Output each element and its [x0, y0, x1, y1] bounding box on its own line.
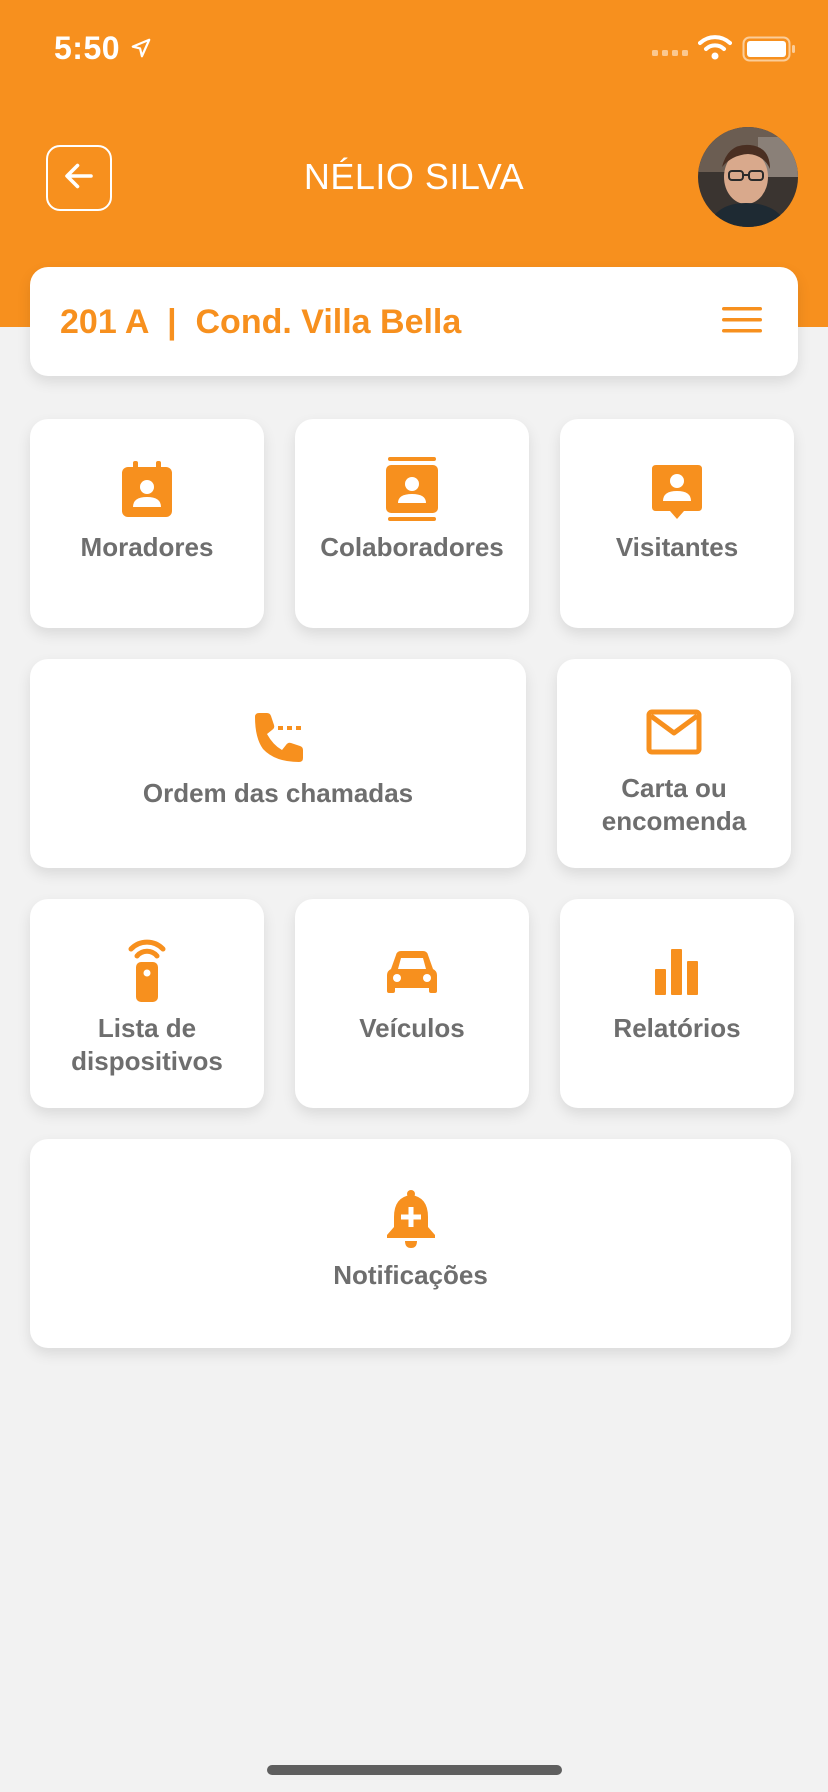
home-indicator[interactable]: [267, 1765, 562, 1775]
tile-label: Lista de dispositivos: [71, 1013, 223, 1076]
tile-label: Relatórios: [613, 1013, 741, 1043]
phone-in-talk-icon: [30, 711, 526, 765]
bar-chart-icon: [560, 947, 794, 995]
unit-label: 201 A | Cond. Villa Bella: [60, 303, 462, 341]
location-arrow-icon: [130, 37, 152, 64]
tile-colaboradores[interactable]: Colaboradores: [295, 419, 529, 628]
person-pin-icon: [560, 463, 794, 523]
status-time: 5:50: [54, 30, 121, 66]
cellular-signal-icon: [652, 44, 692, 63]
mail-icon: [557, 709, 791, 755]
tile-label: Ordem das chamadas: [142, 778, 414, 808]
car-icon: [295, 951, 529, 999]
remote-device-icon: [30, 937, 264, 1003]
tile-label: Colaboradores: [320, 532, 504, 562]
tile-label: Visitantes: [615, 532, 739, 562]
unit-card: 201 A | Cond. Villa Bella: [30, 267, 798, 376]
tile-ordem-chamadas[interactable]: Ordem das chamadas: [30, 659, 526, 868]
tile-lista-dispositivos[interactable]: Lista de dispositivos: [30, 899, 264, 1108]
tile-label: Moradores: [80, 532, 214, 562]
battery-icon: [742, 36, 796, 67]
tile-notificacoes[interactable]: Notificações: [30, 1139, 791, 1348]
wifi-icon: [698, 34, 732, 65]
tile-relatorios[interactable]: Relatórios: [560, 899, 794, 1108]
tile-label: Notificações: [333, 1260, 488, 1290]
tile-moradores[interactable]: Moradores: [30, 419, 264, 628]
bell-plus-icon: [30, 1189, 791, 1249]
avatar[interactable]: [698, 127, 798, 227]
tile-carta-encomenda[interactable]: Carta ou encomenda: [557, 659, 791, 868]
calendar-person-icon: [30, 461, 264, 519]
tile-visitantes[interactable]: Visitantes: [560, 419, 794, 628]
tile-veiculos[interactable]: Veículos: [295, 899, 529, 1108]
tile-label: Carta ou encomenda: [601, 773, 747, 836]
contacts-icon: [295, 457, 529, 523]
hamburger-menu-icon[interactable]: [722, 305, 762, 340]
tile-label: Veículos: [359, 1013, 465, 1043]
status-bar: 5:50: [0, 0, 828, 100]
